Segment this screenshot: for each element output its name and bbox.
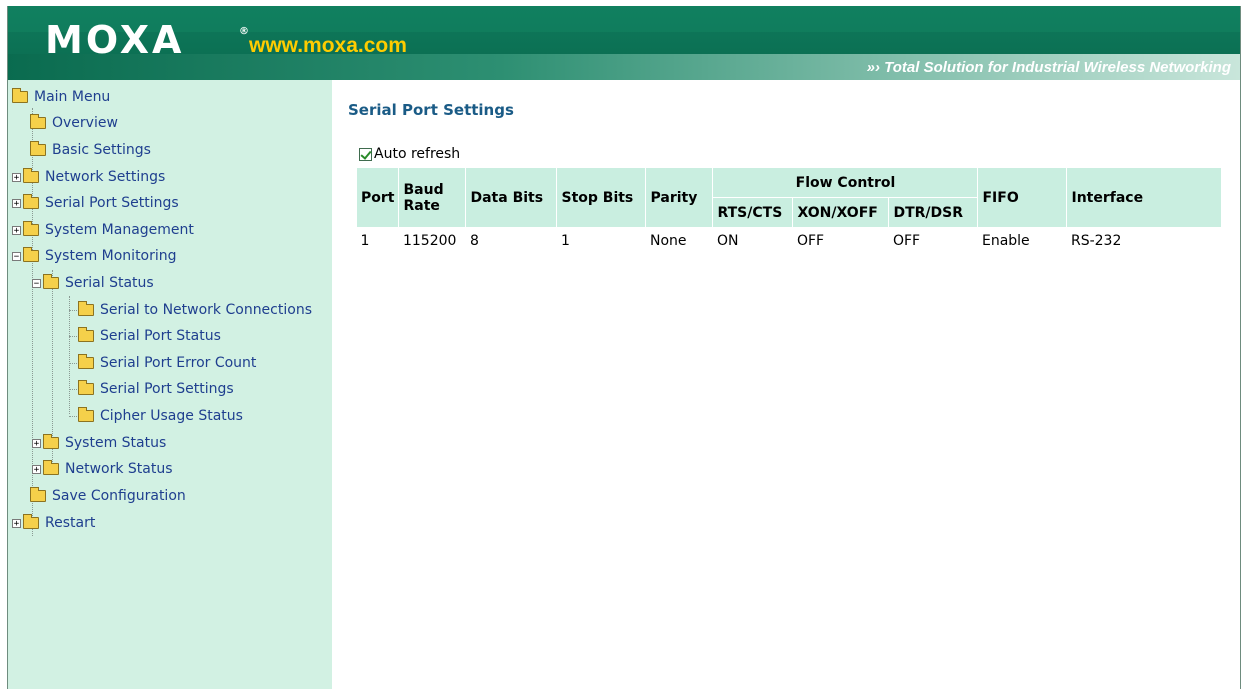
page-title: Serial Port Settings: [348, 101, 514, 119]
menu-item-save-configuration[interactable]: Save Configuration: [30, 486, 186, 506]
menu-item-overview[interactable]: Overview: [30, 113, 118, 133]
collapse-minus-icon[interactable]: −: [32, 278, 41, 288]
main-content: Serial Port Settings Auto refresh Port B…: [332, 80, 1240, 689]
folder-open-icon: [43, 274, 59, 289]
folder-icon: [78, 327, 94, 342]
col-header-interface: Interface: [1066, 167, 1223, 228]
menu-item-basic-settings[interactable]: Basic Settings: [30, 140, 151, 160]
cell-dtr-dsr: OFF: [892, 233, 921, 249]
menu-label: Serial Port Error Count: [100, 355, 257, 371]
folder-icon: [78, 354, 94, 369]
folder-icon: [23, 514, 39, 529]
col-header-flow-control: Flow Control: [712, 167, 979, 198]
menu-label: Overview: [52, 115, 118, 131]
menu-item-cipher-usage-status[interactable]: Cipher Usage Status: [78, 406, 243, 426]
menu-label: Save Configuration: [52, 488, 186, 504]
col-header-rts-cts: RTS/CTS: [712, 197, 794, 228]
menu-label: System Management: [45, 222, 194, 238]
menu-item-system-status[interactable]: + System Status: [32, 433, 166, 453]
folder-icon: [30, 114, 46, 129]
folder-icon: [43, 434, 59, 449]
expand-plus-icon[interactable]: +: [32, 438, 41, 448]
menu-label: Main Menu: [34, 89, 111, 105]
menu-label: System Monitoring: [45, 248, 177, 264]
folder-icon: [23, 194, 39, 209]
menu-label: System Status: [65, 435, 167, 451]
menu-item-serial-to-network-connections[interactable]: Serial to Network Connections: [78, 300, 312, 320]
menu-item-restart[interactable]: + Restart: [12, 513, 95, 533]
menu-item-network-settings[interactable]: + Network Settings: [12, 167, 165, 187]
menu-item-system-monitoring[interactable]: − System Monitoring: [12, 246, 177, 266]
expand-plus-icon[interactable]: +: [12, 172, 21, 182]
col-header-dtr-dsr: DTR/DSR: [888, 197, 979, 228]
menu-label: Serial Port Status: [100, 328, 221, 344]
menu-item-serial-status[interactable]: − Serial Status: [32, 273, 154, 293]
auto-refresh-label: Auto refresh: [374, 146, 461, 162]
folder-open-icon: [12, 88, 28, 103]
cell-port: 1: [360, 233, 370, 249]
menu-item-serial-port-status[interactable]: Serial Port Status: [78, 326, 221, 346]
cell-rts-cts: ON: [716, 233, 739, 249]
menu-item-serial-port-error-count[interactable]: Serial Port Error Count: [78, 353, 256, 373]
menu-label: Network Status: [65, 461, 173, 477]
folder-icon: [30, 487, 46, 502]
folder-icon: [78, 407, 94, 422]
folder-icon: [23, 168, 39, 183]
expand-plus-icon[interactable]: +: [32, 464, 41, 474]
cell-data-bits: 8: [469, 233, 479, 249]
menu-label: Cipher Usage Status: [100, 408, 243, 424]
menu-label: Serial Status: [65, 275, 154, 291]
menu-item-serial-port-settings-status[interactable]: Serial Port Settings: [78, 379, 234, 399]
col-header-stop-bits: Stop Bits: [556, 167, 647, 228]
collapse-minus-icon[interactable]: −: [12, 251, 21, 261]
menu-item-system-management[interactable]: + System Management: [12, 220, 194, 240]
serial-port-settings-table: Port Baud Rate Data Bits Stop Bits Parit…: [355, 167, 1223, 255]
menu-label: Network Settings: [45, 169, 166, 185]
menu-label: Basic Settings: [52, 142, 151, 158]
menu-label: Serial Port Settings: [100, 381, 234, 397]
expand-plus-icon[interactable]: +: [12, 198, 21, 208]
tree-line: [69, 296, 70, 414]
folder-icon: [78, 380, 94, 395]
cell-interface: RS-232: [1070, 233, 1122, 249]
cell-xon-xoff: OFF: [796, 233, 825, 249]
col-header-data-bits: Data Bits: [465, 167, 558, 228]
col-header-fifo: FIFO: [977, 167, 1068, 228]
menu-item-main-menu[interactable]: Main Menu: [12, 87, 110, 107]
auto-refresh-toggle[interactable]: Auto refresh: [359, 146, 460, 162]
folder-icon: [78, 301, 94, 316]
col-header-port: Port: [355, 167, 400, 228]
menu-label: Serial Port Settings: [45, 195, 179, 211]
col-header-parity: Parity: [645, 167, 714, 228]
cell-fifo: Enable: [981, 233, 1030, 249]
menu-item-serial-port-settings[interactable]: + Serial Port Settings: [12, 193, 179, 213]
menu-label: Restart: [45, 515, 96, 531]
folder-icon: [23, 221, 39, 236]
folder-icon: [43, 460, 59, 475]
menu-item-network-status[interactable]: + Network Status: [32, 459, 173, 479]
folder-icon: [30, 141, 46, 156]
table-row: 1 115200 8 1 None ON OFF OFF Enable RS-2…: [357, 228, 1222, 255]
expand-plus-icon[interactable]: +: [12, 225, 21, 235]
col-header-baud-rate: Baud Rate: [398, 167, 467, 228]
folder-open-icon: [23, 247, 39, 262]
cell-stop-bits: 1: [560, 233, 570, 249]
cell-baud-rate: 115200: [402, 233, 457, 249]
col-header-xon-xoff: XON/XOFF: [792, 197, 890, 228]
cell-parity: None: [649, 233, 687, 249]
menu-label: Serial to Network Connections: [100, 302, 312, 318]
sidebar-menu: Main Menu Overview Basic Settings + Netw…: [8, 80, 332, 689]
auto-refresh-checkbox[interactable]: [359, 147, 372, 161]
expand-plus-icon[interactable]: +: [12, 518, 21, 528]
